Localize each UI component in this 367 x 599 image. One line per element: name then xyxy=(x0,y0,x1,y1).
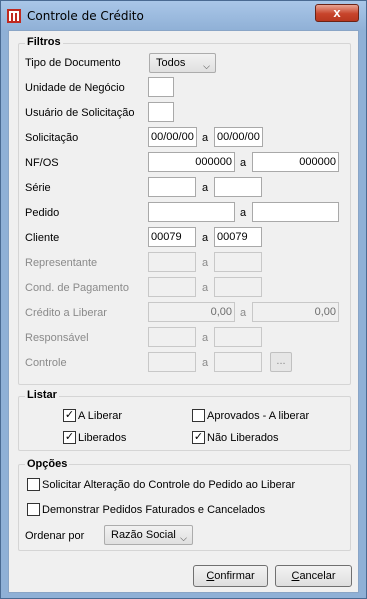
solicitacao-sep: a xyxy=(202,132,209,144)
cond-pagamento-label: Cond. de Pagamento xyxy=(25,282,129,294)
cond-pagamento-to-input xyxy=(214,277,262,297)
title-bar[interactable]: Controle de Crédito x xyxy=(1,1,366,31)
nao-liberados-checkbox[interactable]: ✓ Não Liberados xyxy=(192,431,279,444)
dialog-window: Controle de Crédito x Filtros Tipo de Do… xyxy=(0,0,367,599)
dialog-body: Filtros Tipo de Documento Todos ⌵ Unidad… xyxy=(8,30,359,593)
listar-title: Listar xyxy=(25,389,59,401)
serie-sep: a xyxy=(202,182,209,194)
check-icon: ✓ xyxy=(63,409,76,422)
controle-from-input xyxy=(148,352,196,372)
serie-label: Série xyxy=(25,182,51,194)
credito-liberar-sep: a xyxy=(240,307,247,319)
representante-label: Representante xyxy=(25,257,98,269)
usuario-solicitacao-input[interactable] xyxy=(148,102,174,122)
nf-os-to-input[interactable]: 000000 xyxy=(252,152,339,172)
unidade-negocio-label: Unidade de Negócio xyxy=(25,82,125,94)
solicitar-alteracao-label: Solicitar Alteração do Controle do Pedid… xyxy=(42,478,296,491)
liberados-checkbox[interactable]: ✓ Liberados xyxy=(63,431,126,444)
checkbox-box xyxy=(27,478,40,491)
check-icon: ✓ xyxy=(63,431,76,444)
tipo-documento-label: Tipo de Documento xyxy=(25,57,121,69)
app-logo-icon xyxy=(7,9,21,23)
nao-liberados-label: Não Liberados xyxy=(207,431,279,444)
representante-from-input xyxy=(148,252,196,272)
checkbox-box xyxy=(192,409,205,422)
solicitar-alteracao-checkbox[interactable]: Solicitar Alteração do Controle do Pedid… xyxy=(27,478,295,491)
chevron-down-icon: ⌵ xyxy=(203,61,210,71)
tipo-documento-value: Todos xyxy=(156,57,186,69)
opcoes-title: Opções xyxy=(25,458,70,470)
serie-from-input[interactable] xyxy=(148,177,196,197)
pedido-to-input[interactable] xyxy=(252,202,339,222)
solicitacao-from-input[interactable]: 00/00/00 xyxy=(148,127,197,147)
ordenar-por-value: Razão Social xyxy=(111,529,176,541)
cond-pagamento-sep: a xyxy=(202,282,209,294)
window-title: Controle de Crédito xyxy=(27,9,144,23)
cancelar-label: ancelar xyxy=(299,570,336,582)
credito-liberar-to-input: 0,00 xyxy=(252,302,339,322)
demonstrar-pedidos-checkbox[interactable]: Demonstrar Pedidos Faturados e Cancelado… xyxy=(27,503,265,516)
cancelar-button[interactable]: Cancelar xyxy=(275,565,352,587)
nf-os-from-input[interactable]: 000000 xyxy=(148,152,235,172)
ordenar-por-label: Ordenar por xyxy=(25,530,85,542)
responsavel-sep: a xyxy=(202,332,209,344)
tipo-documento-select[interactable]: Todos ⌵ xyxy=(149,53,216,73)
controle-lookup-button[interactable]: ... xyxy=(270,352,292,372)
aprovados-label: Aprovados - A liberar xyxy=(207,409,310,422)
confirmar-label: onfirmar xyxy=(214,570,255,582)
demonstrar-pedidos-label: Demonstrar Pedidos Faturados e Cancelado… xyxy=(42,503,266,516)
controle-sep: a xyxy=(202,357,209,369)
a-liberar-checkbox[interactable]: ✓ A Liberar xyxy=(63,409,122,422)
responsavel-from-input xyxy=(148,327,196,347)
checkbox-box xyxy=(27,503,40,516)
filtros-title: Filtros xyxy=(25,36,63,48)
check-icon: ✓ xyxy=(192,431,205,444)
cliente-sep: a xyxy=(202,232,209,244)
controle-label: Controle xyxy=(25,357,67,369)
ordenar-por-select[interactable]: Razão Social ⌵ xyxy=(104,525,193,545)
pedido-label: Pedido xyxy=(25,207,60,219)
credito-liberar-from-input: 0,00 xyxy=(148,302,235,322)
a-liberar-label: A Liberar xyxy=(78,409,123,422)
solicitacao-label: Solicitação xyxy=(25,132,79,144)
cliente-label: Cliente xyxy=(25,232,60,244)
pedido-sep: a xyxy=(240,207,247,219)
chevron-down-icon: ⌵ xyxy=(180,533,187,543)
responsavel-to-input xyxy=(214,327,262,347)
nf-os-sep: a xyxy=(240,157,247,169)
cliente-to-input[interactable]: 00079 xyxy=(214,227,262,247)
representante-sep: a xyxy=(202,257,209,269)
representante-to-input xyxy=(214,252,262,272)
usuario-solicitacao-label: Usuário de Solicitação xyxy=(25,107,135,119)
cliente-from-input[interactable]: 00079 xyxy=(148,227,196,247)
solicitacao-to-input[interactable]: 00/00/00 xyxy=(214,127,263,147)
close-icon: x xyxy=(333,5,341,20)
aprovados-checkbox[interactable]: Aprovados - A liberar xyxy=(192,409,309,422)
controle-to-input xyxy=(214,352,262,372)
cond-pagamento-from-input xyxy=(148,277,196,297)
unidade-negocio-input[interactable] xyxy=(148,77,174,97)
nf-os-label: NF/OS xyxy=(25,157,59,169)
serie-to-input[interactable] xyxy=(214,177,262,197)
credito-liberar-label: Crédito a Liberar xyxy=(25,307,107,319)
pedido-from-input[interactable] xyxy=(148,202,235,222)
confirmar-button[interactable]: Confirmar xyxy=(193,565,268,587)
responsavel-label: Responsável xyxy=(25,332,89,344)
close-button[interactable]: x xyxy=(315,4,359,22)
liberados-label: Liberados xyxy=(78,431,127,444)
